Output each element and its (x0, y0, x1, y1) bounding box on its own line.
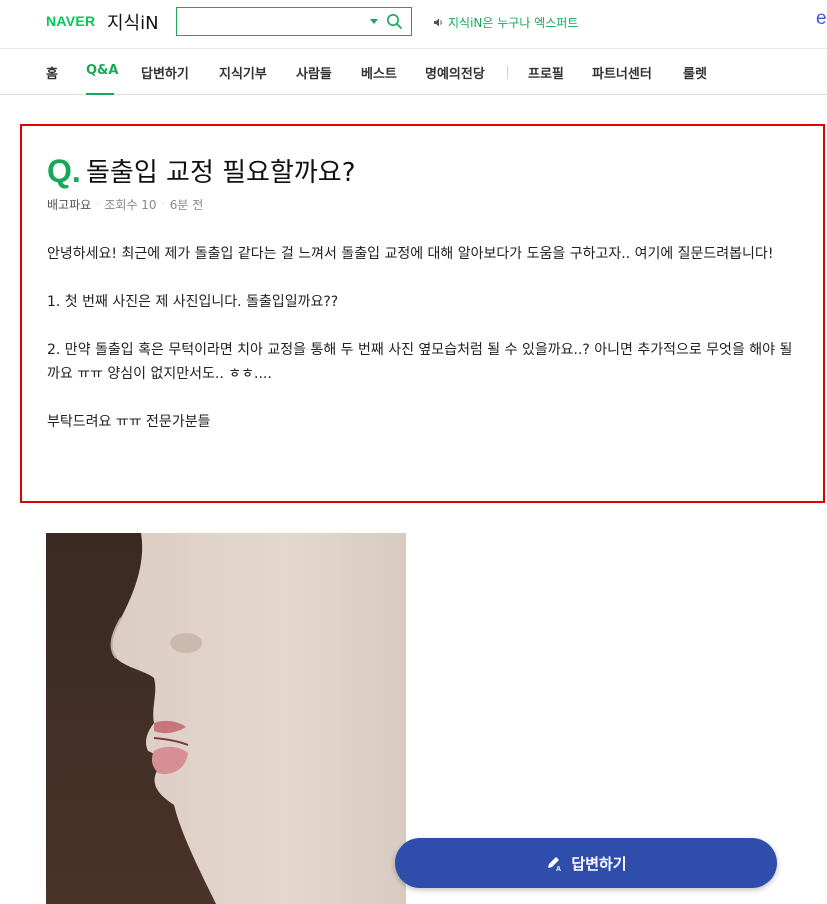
svg-text:A: A (556, 866, 561, 872)
chevron-down-icon[interactable] (370, 19, 378, 24)
tab-profile[interactable]: 프로필 (528, 63, 564, 82)
attached-photo[interactable] (46, 533, 406, 904)
tab-hall-of-fame[interactable]: 명예의전당 (425, 63, 485, 82)
question-paragraph: 2. 만약 돌출입 혹은 무턱이라면 치아 교정을 통해 두 번째 사진 옆모습… (47, 342, 793, 382)
pen-icon: A (548, 857, 561, 872)
question-paragraph: 안녕하세요! 최근에 제가 돌출입 같다는 걸 느껴서 돌출입 교정에 대해 알… (47, 246, 774, 262)
tab-answer[interactable]: 답변하기 (141, 63, 189, 82)
question-paragraph: 부탁드려요 ㅠㅠ 전문가분들 (47, 414, 211, 430)
nav-divider (507, 66, 508, 79)
post-time: 6분 전 (169, 198, 204, 212)
kin-logo[interactable]: 지식iN (107, 9, 159, 35)
question-meta: 배고파요 · 조회수 10 · 6분 전 (47, 196, 203, 213)
question-mark-label: Q. (47, 153, 81, 189)
top-right-link[interactable]: e (816, 8, 827, 30)
meta-separator: · (96, 199, 100, 210)
notice-text: 지식iN은 누구나 엑스퍼트 (448, 16, 579, 30)
write-answer-label: 답변하기 (571, 854, 627, 873)
speaker-icon (434, 18, 442, 27)
question-title: 돌출입 교정 필요할까요? (86, 158, 356, 188)
question-body: 안녕하세요! 최근에 제가 돌출입 같다는 걸 느껴서 돌출입 교정에 대해 알… (47, 242, 797, 434)
question-highlight-box: Q. 돌출입 교정 필요할까요? 배고파요 · 조회수 10 · 6분 전 안녕… (20, 124, 825, 503)
write-answer-button[interactable]: A 답변하기 (395, 838, 777, 888)
main-nav: 홈 Q&A 답변하기 지식기부 사람들 베스트 명예의전당 프로필 파트너센터 … (0, 48, 827, 95)
search-input[interactable] (183, 12, 359, 32)
tab-donation[interactable]: 지식기부 (219, 63, 267, 82)
question-paragraph: 1. 첫 번째 사진은 제 사진입니다. 돌출입일까요?? (47, 294, 339, 310)
top-bar: NAVER 지식iN 지식iN은 누구나 엑스퍼트 e (0, 0, 827, 48)
tab-roulette[interactable]: 룰렛 (683, 63, 707, 82)
search-icon[interactable] (386, 13, 403, 30)
tab-best[interactable]: 베스트 (361, 63, 397, 82)
notice-link[interactable]: 지식iN은 누구나 엑스퍼트 (433, 14, 578, 31)
profile-photo-image (46, 533, 406, 904)
view-count: 조회수 10 (104, 198, 157, 212)
naver-logo[interactable]: NAVER (46, 13, 95, 29)
tab-people[interactable]: 사람들 (296, 63, 332, 82)
tab-qna[interactable]: Q&A (86, 63, 118, 78)
author-name[interactable]: 배고파요 (47, 196, 91, 213)
active-tab-indicator (86, 93, 114, 95)
meta-separator: · (161, 199, 165, 210)
tab-partner-center[interactable]: 파트너센터 (592, 63, 652, 82)
tab-home[interactable]: 홈 (46, 63, 58, 82)
search-box (176, 7, 412, 36)
